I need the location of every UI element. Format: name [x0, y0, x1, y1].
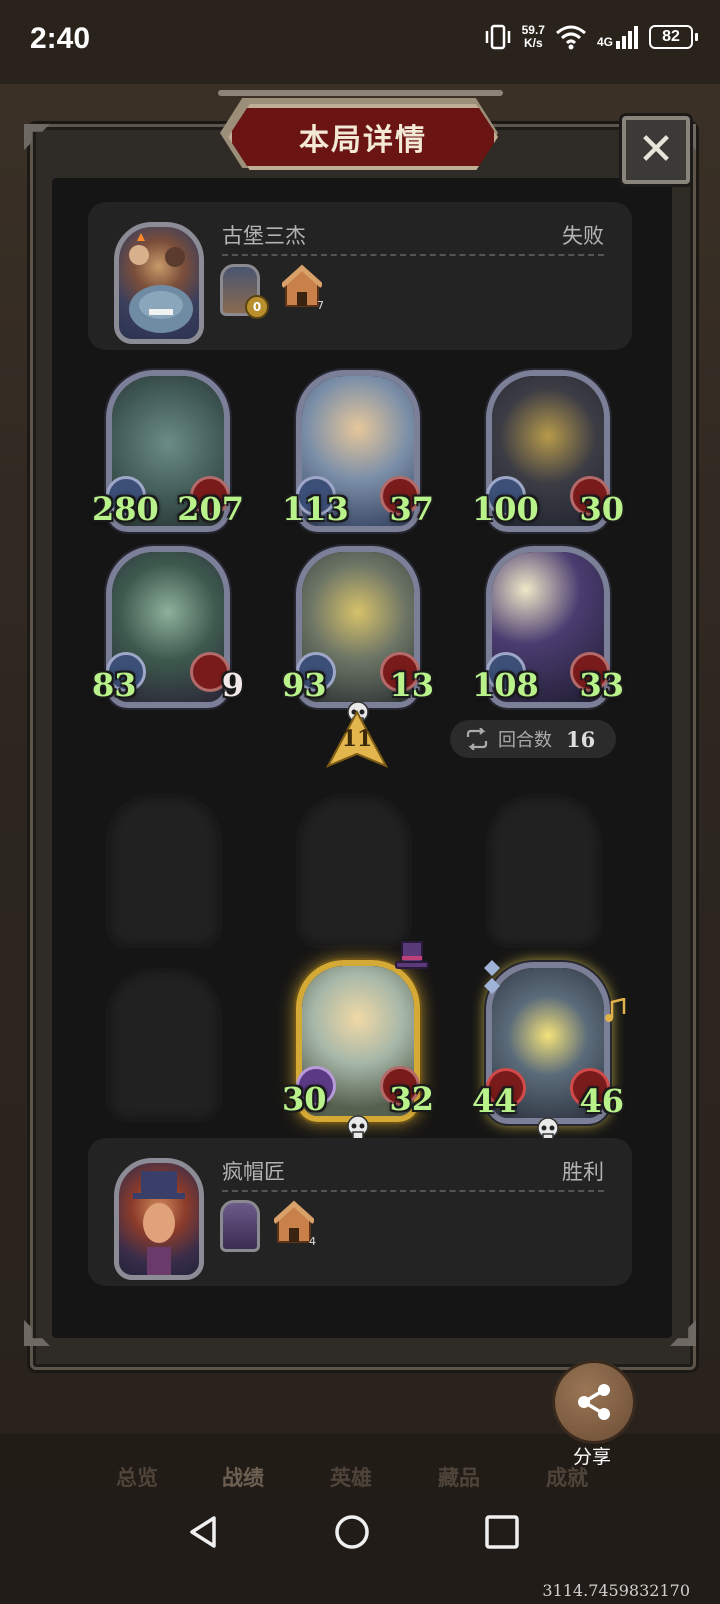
dialog-title: 本局详情 — [299, 123, 427, 158]
minion-health: 32 — [389, 1080, 434, 1118]
minion-attack: 113 — [282, 490, 349, 528]
opponent-result: 失败 — [562, 224, 604, 248]
clock: 2:40 — [30, 22, 91, 55]
minion-attack: 30 — [282, 1080, 327, 1118]
player-minion-2[interactable]: 44 46 — [472, 960, 626, 1142]
opponent-minion-3[interactable]: 100 30 — [472, 370, 624, 532]
battery-tip — [695, 33, 698, 41]
tavern-icon: 4 — [272, 1200, 316, 1248]
hero-power-cost: 0 — [245, 295, 269, 319]
empty-minion-slot — [106, 794, 222, 948]
tavern-tier: 7 — [317, 299, 324, 312]
coordinate-readout: 3114.7459832170 — [542, 1581, 690, 1600]
round-label: 回合数 — [498, 730, 552, 751]
signal-icon — [616, 26, 638, 49]
hero-power-card[interactable] — [220, 1200, 260, 1252]
battery-level: 82 — [649, 25, 693, 49]
net-speed: 59.7 K/s — [521, 23, 545, 50]
minion-health: 46 — [579, 1082, 624, 1120]
opponent-minion-4[interactable]: 83 9 — [92, 546, 244, 708]
battery-indicator: 82 — [649, 25, 698, 49]
minion-health: 9 — [221, 666, 244, 704]
hero-power-card[interactable]: 0 — [220, 264, 269, 319]
damage-badge: 11 — [325, 709, 389, 768]
vibrate-icon — [485, 24, 510, 50]
minion-health: 13 — [389, 666, 434, 704]
home-icon[interactable] — [332, 1512, 372, 1552]
minion-health: 33 — [579, 666, 624, 704]
recents-icon[interactable] — [482, 1512, 522, 1552]
system-navigation-bar: 3114.7459832170 — [0, 1490, 720, 1604]
opponent-name: 古堡三杰 — [222, 224, 306, 248]
tab-collection[interactable]: 藏品 — [438, 1462, 480, 1492]
minion-health: 37 — [389, 490, 434, 528]
close-icon: ✕ — [637, 124, 675, 175]
share-label: 分享 — [572, 1446, 611, 1468]
tavern-icon: 7 — [280, 264, 324, 312]
player-panel: 疯帽匠 胜利 4 — [88, 1138, 632, 1286]
opponent-minion-6[interactable]: 108 33 — [472, 546, 624, 708]
divider — [222, 1190, 604, 1192]
round-counter: 回合数 16 — [450, 720, 616, 758]
diamond-icon — [484, 960, 500, 994]
minion-attack: 93 — [282, 666, 327, 704]
empty-minion-slot — [296, 794, 412, 948]
opponent-panel: 古堡三杰 失败 0 7 — [88, 202, 632, 350]
tab-heroes[interactable]: 英雄 — [330, 1462, 372, 1492]
damage-value: 11 — [341, 726, 373, 752]
player-minion-1[interactable]: 30 32 — [282, 941, 434, 1140]
top-hat-icon — [395, 941, 429, 969]
opponent-minion-5[interactable]: 93 13 — [282, 546, 434, 726]
empty-minion-slot — [486, 794, 602, 948]
sheet-grab-handle[interactable] — [218, 90, 503, 96]
repeat-icon — [466, 728, 488, 750]
minion-attack: 100 — [472, 490, 539, 528]
player-hero-portrait[interactable] — [114, 1158, 204, 1280]
opponent-stats: 0 7 — [220, 264, 324, 319]
mad-hatter-hero-icon — [133, 1171, 185, 1275]
minion-attack: 280 — [92, 490, 159, 528]
status-icons: 59.7 K/s 4G 82 — [484, 24, 698, 50]
minion-attack: 108 — [472, 666, 539, 704]
round-value: 16 — [566, 726, 596, 752]
status-bar: 2:40 59.7 K/s 4G 82 — [0, 0, 720, 84]
ogre-hero-icon — [129, 233, 193, 333]
music-note-icon — [605, 998, 626, 1022]
opponent-minion-2[interactable]: 113 37 — [282, 370, 434, 532]
empty-minion-slot — [106, 968, 222, 1122]
back-icon[interactable] — [184, 1512, 224, 1552]
minion-health: 207 — [177, 490, 244, 528]
tab-records[interactable]: 战绩 — [222, 1462, 264, 1492]
minion-attack: 83 — [92, 666, 137, 704]
network-type: 4G — [596, 35, 613, 49]
minion-health: 30 — [579, 490, 624, 528]
share-button[interactable] — [552, 1360, 636, 1444]
wifi-icon — [556, 25, 586, 50]
opponent-hero-portrait[interactable] — [114, 222, 204, 344]
player-stats: 4 — [220, 1200, 316, 1252]
title-plate: 本局详情 — [228, 104, 498, 170]
close-button[interactable]: ✕ — [622, 116, 690, 184]
tavern-tier: 4 — [309, 1235, 316, 1248]
divider — [222, 254, 604, 256]
opponent-minion-1[interactable]: 280 207 — [92, 370, 244, 532]
tab-overview[interactable]: 总览 — [116, 1462, 158, 1492]
player-name: 疯帽匠 — [222, 1160, 285, 1184]
player-result: 胜利 — [562, 1160, 604, 1184]
share-icon — [578, 1384, 610, 1420]
minion-attack: 44 — [472, 1082, 517, 1120]
